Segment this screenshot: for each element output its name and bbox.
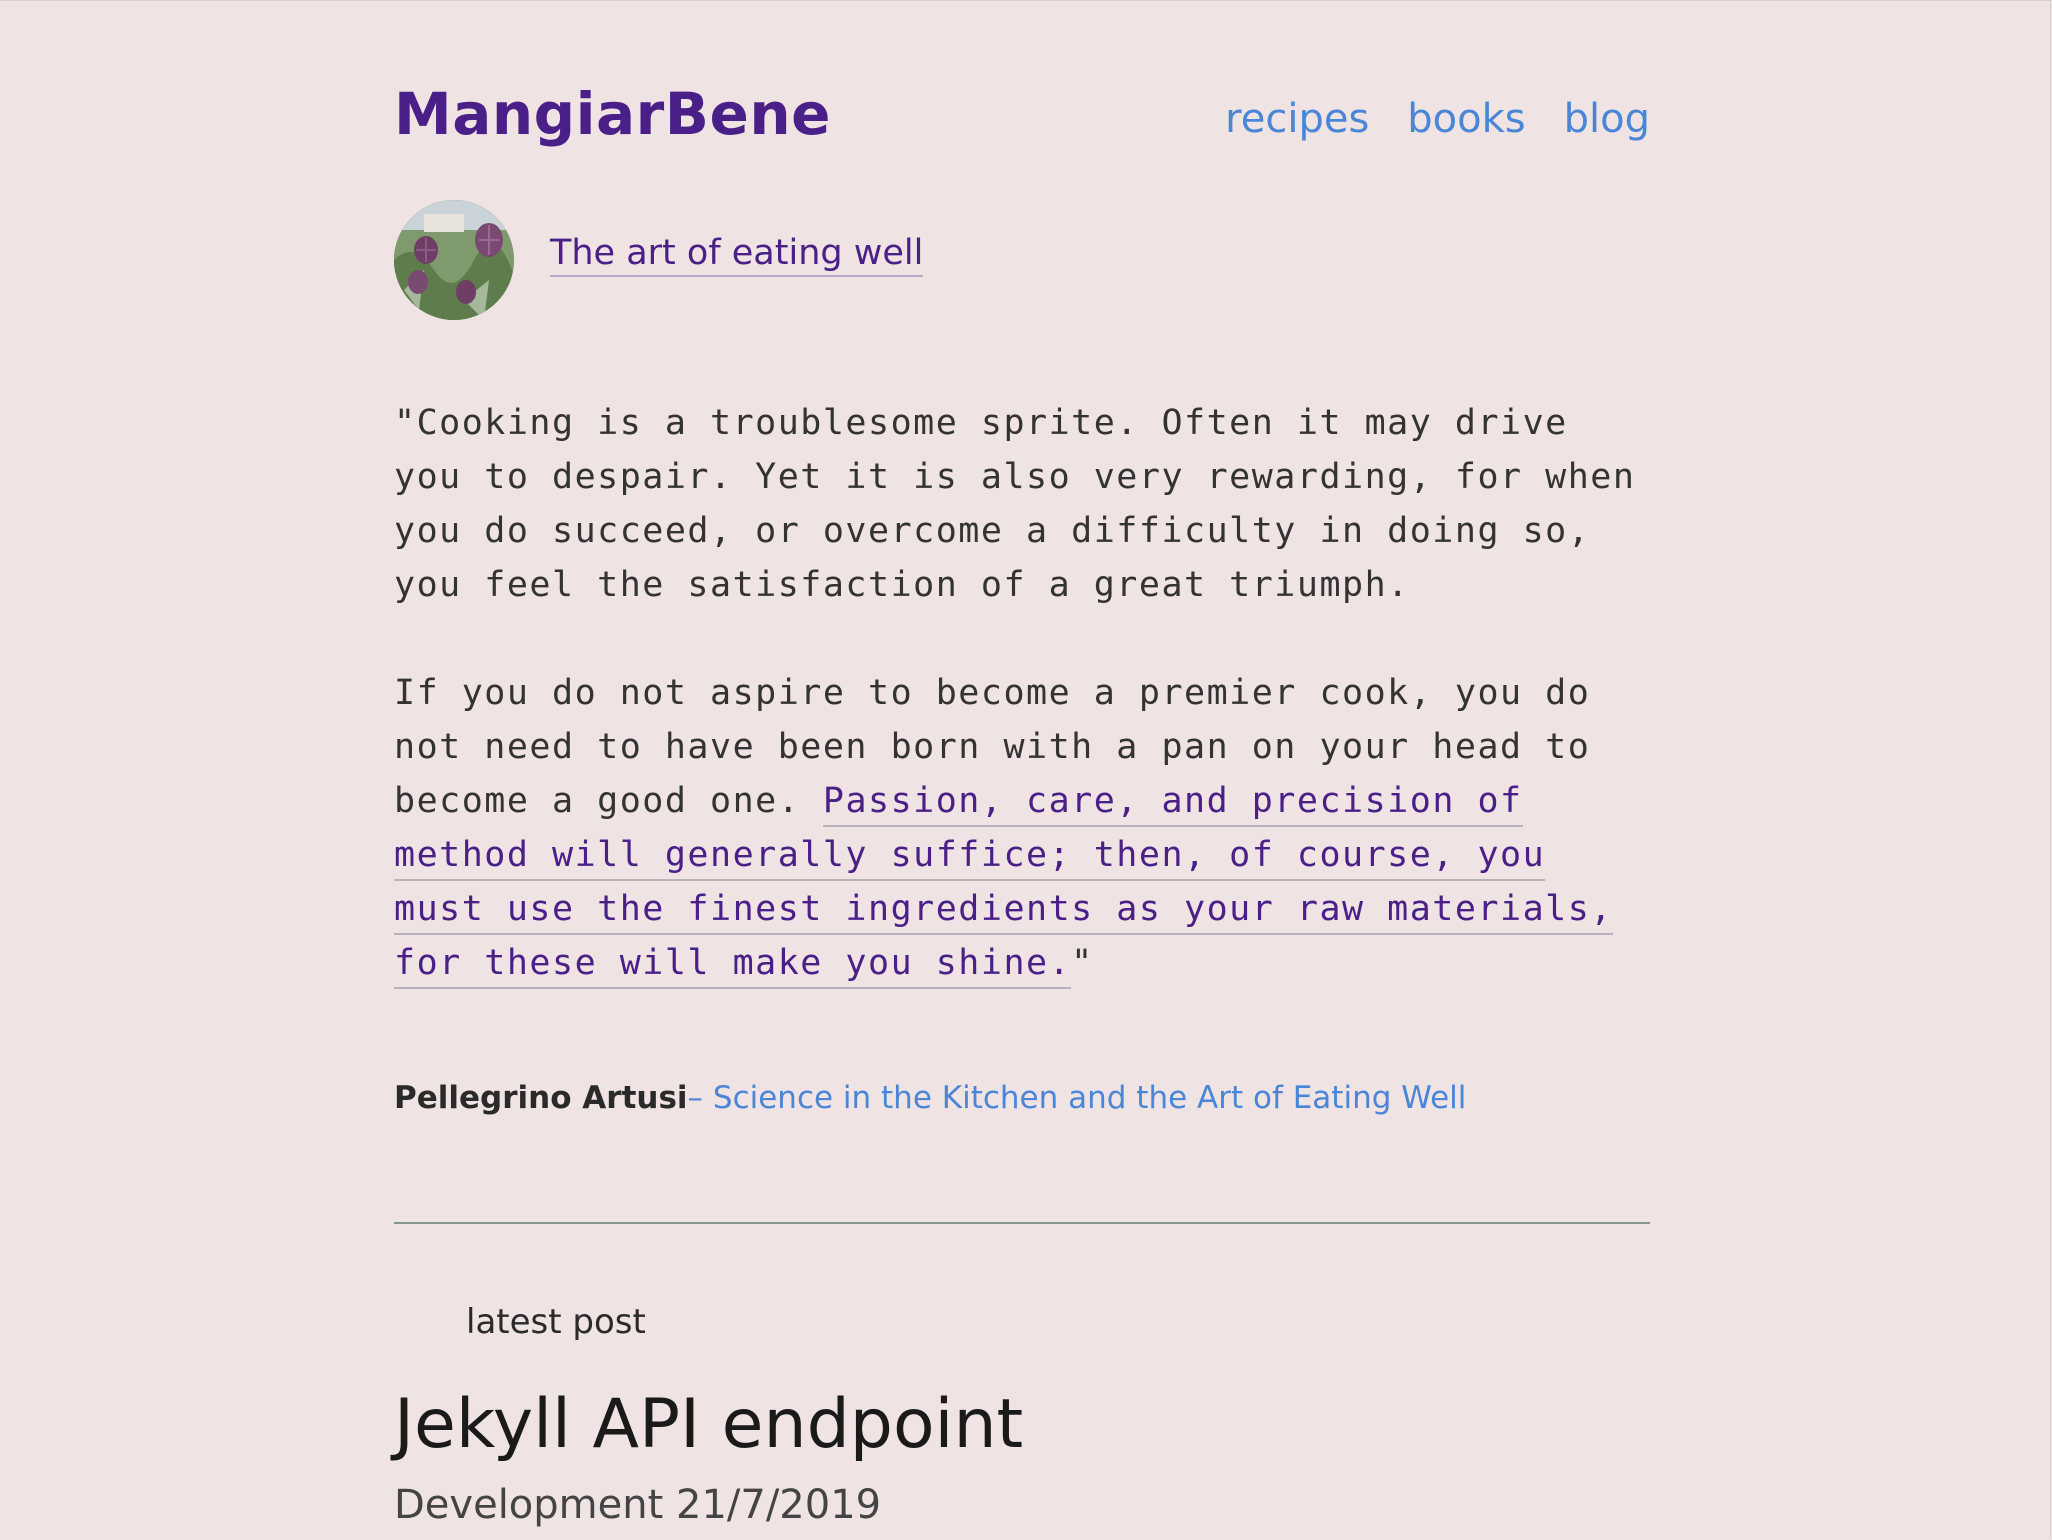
site-logo-link[interactable]: MangiarBene [394,80,831,148]
site-header: MangiarBene recipes books blog [394,0,1650,180]
section-divider [394,1222,1650,1224]
tagline-row: The art of eating well [394,200,924,320]
quote-attribution: Pellegrino Artusi– Science in the Kitche… [394,1080,1466,1116]
nav-link-books[interactable]: books [1407,96,1525,142]
latest-post-label: latest post [466,1302,646,1342]
latest-post-title-link[interactable]: Jekyll API endpoint [394,1385,1023,1464]
quote-paragraph-2: If you do not aspire to become a premier… [394,666,1650,990]
main-container: MangiarBene recipes books blog The art o… [394,0,1650,1528]
artusi-quote: "Cooking is a troublesome sprite. Often … [394,396,1650,990]
book-title-link[interactable]: – Science in the Kitchen and the Art of … [688,1080,1467,1116]
main-nav: recipes books blog [1225,96,1650,142]
artichoke-avatar [394,200,514,320]
tagline-link[interactable]: The art of eating well [550,233,924,277]
quote-closing-mark: " [1071,943,1094,983]
author-name: Pellegrino Artusi [394,1080,688,1116]
latest-post-meta: Development 21/7/2019 [394,1482,882,1528]
nav-link-blog[interactable]: blog [1564,96,1650,142]
nav-link-recipes[interactable]: recipes [1225,96,1369,142]
quote-paragraph-1: "Cooking is a troublesome sprite. Often … [394,403,1636,605]
